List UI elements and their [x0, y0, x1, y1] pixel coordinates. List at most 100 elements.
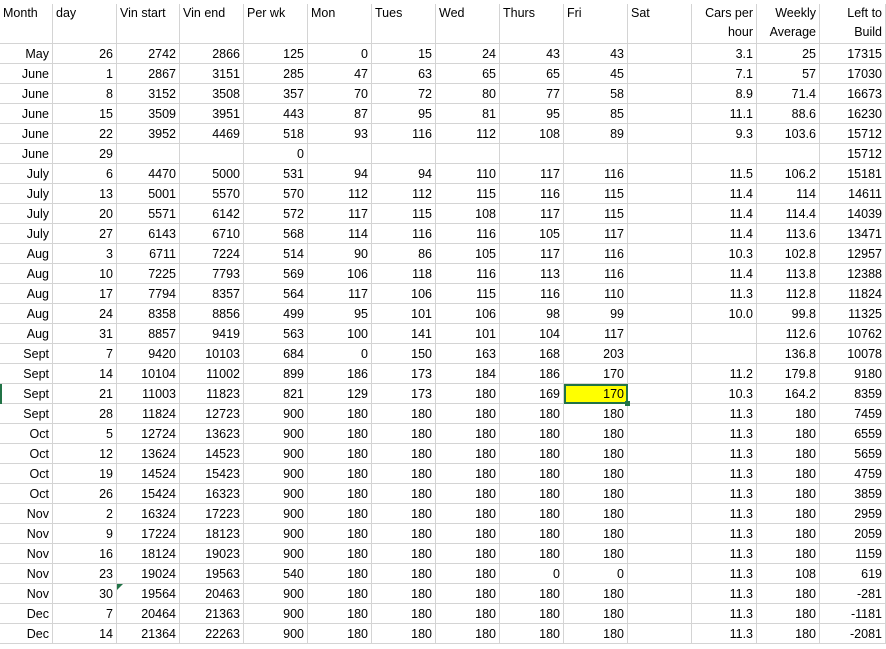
cell-vin-start[interactable]: 6143	[117, 224, 180, 244]
cell-cars-per-hour[interactable]	[692, 324, 757, 344]
cell-vin-end[interactable]: 8856	[180, 304, 244, 324]
cell-sat[interactable]	[628, 244, 692, 264]
cell-day[interactable]: 10	[53, 264, 117, 284]
cell-cars-per-hour[interactable]: 11.3	[692, 404, 757, 424]
cell-per-wk[interactable]: 900	[244, 524, 308, 544]
cell-per-wk[interactable]: 900	[244, 584, 308, 604]
cell-vin-start[interactable]: 17224	[117, 524, 180, 544]
cell-tues[interactable]: 63	[372, 64, 436, 84]
cell-vin-start[interactable]: 14524	[117, 464, 180, 484]
cell-thurs[interactable]: 116	[500, 284, 564, 304]
cell-mon[interactable]: 180	[308, 424, 372, 444]
cell-thurs[interactable]: 98	[500, 304, 564, 324]
cell-sat[interactable]	[628, 104, 692, 124]
cell-cars-per-hour[interactable]	[692, 344, 757, 364]
cell-tues[interactable]: 94	[372, 164, 436, 184]
cell-fri[interactable]: 115	[564, 184, 628, 204]
header-vin-end[interactable]: Vin end	[180, 4, 244, 44]
cell-vin-start[interactable]: 8358	[117, 304, 180, 324]
cell-mon[interactable]: 114	[308, 224, 372, 244]
cell-fri[interactable]: 180	[564, 484, 628, 504]
cell-month[interactable]: June	[0, 104, 53, 124]
cell-left-to-build[interactable]: 13471	[820, 224, 886, 244]
cell-day[interactable]: 14	[53, 364, 117, 384]
header-month[interactable]: Month	[0, 4, 53, 44]
cell-mon[interactable]: 129	[308, 384, 372, 404]
cell-cars-per-hour[interactable]: 11.3	[692, 564, 757, 584]
cell-left-to-build[interactable]: 11325	[820, 304, 886, 324]
cell-left-to-build[interactable]: 17030	[820, 64, 886, 84]
cell-day[interactable]: 24	[53, 304, 117, 324]
cell-weekly-average[interactable]: 180	[757, 404, 820, 424]
cell-day[interactable]: 7	[53, 604, 117, 624]
cell-month[interactable]: Oct	[0, 424, 53, 444]
cell-month[interactable]: Dec	[0, 624, 53, 644]
cell-left-to-build[interactable]: 2959	[820, 504, 886, 524]
cell-tues[interactable]: 112	[372, 184, 436, 204]
cell-weekly-average[interactable]: 106.2	[757, 164, 820, 184]
cell-sat[interactable]	[628, 344, 692, 364]
cell-wed[interactable]: 116	[436, 264, 500, 284]
cell-mon[interactable]: 106	[308, 264, 372, 284]
cell-day[interactable]: 23	[53, 564, 117, 584]
cell-month[interactable]: Dec	[0, 604, 53, 624]
cell-per-wk[interactable]: 900	[244, 404, 308, 424]
cell-month[interactable]: Aug	[0, 324, 53, 344]
cell-per-wk[interactable]: 900	[244, 484, 308, 504]
cell-mon[interactable]: 180	[308, 544, 372, 564]
cell-left-to-build[interactable]: 16230	[820, 104, 886, 124]
cell-mon[interactable]: 100	[308, 324, 372, 344]
cell-mon[interactable]: 47	[308, 64, 372, 84]
cell-cars-per-hour[interactable]: 11.3	[692, 584, 757, 604]
cell-sat[interactable]	[628, 124, 692, 144]
cell-day[interactable]: 17	[53, 284, 117, 304]
header-fri[interactable]: Fri	[564, 4, 628, 44]
cell-vin-end[interactable]: 7793	[180, 264, 244, 284]
cell-vin-end[interactable]: 9419	[180, 324, 244, 344]
cell-thurs[interactable]: 169	[500, 384, 564, 404]
cell-left-to-build[interactable]: 3859	[820, 484, 886, 504]
cell-cars-per-hour[interactable]: 11.3	[692, 604, 757, 624]
cell-left-to-build[interactable]: 15712	[820, 124, 886, 144]
cell-vin-end[interactable]: 11823	[180, 384, 244, 404]
cell-tues[interactable]: 180	[372, 484, 436, 504]
cell-sat[interactable]	[628, 324, 692, 344]
cell-weekly-average[interactable]: 180	[757, 544, 820, 564]
cell-weekly-average[interactable]: 103.6	[757, 124, 820, 144]
cell-thurs[interactable]: 180	[500, 584, 564, 604]
cell-per-wk[interactable]: 540	[244, 564, 308, 584]
cell-vin-end[interactable]: 16323	[180, 484, 244, 504]
cell-fri[interactable]: 116	[564, 164, 628, 184]
cell-fri[interactable]: 180	[564, 584, 628, 604]
cell-sat[interactable]	[628, 164, 692, 184]
cell-wed[interactable]: 108	[436, 204, 500, 224]
cell-fri[interactable]: 180	[564, 464, 628, 484]
cell-mon[interactable]: 180	[308, 504, 372, 524]
cell-vin-start[interactable]: 4470	[117, 164, 180, 184]
cell-month[interactable]: June	[0, 64, 53, 84]
cell-weekly-average[interactable]: 180	[757, 504, 820, 524]
cell-wed[interactable]	[436, 144, 500, 164]
cell-wed[interactable]: 180	[436, 504, 500, 524]
cell-vin-end[interactable]: 4469	[180, 124, 244, 144]
header-cars-per-hour[interactable]: Cars per hour	[692, 4, 757, 44]
cell-cars-per-hour[interactable]: 11.4	[692, 184, 757, 204]
cell-mon[interactable]: 95	[308, 304, 372, 324]
cell-sat[interactable]	[628, 544, 692, 564]
cell-month[interactable]: Oct	[0, 484, 53, 504]
cell-tues[interactable]: 180	[372, 424, 436, 444]
cell-thurs[interactable]: 180	[500, 444, 564, 464]
cell-weekly-average[interactable]: 180	[757, 604, 820, 624]
cell-vin-start[interactable]: 11003	[117, 384, 180, 404]
cell-thurs[interactable]: 180	[500, 544, 564, 564]
cell-mon[interactable]: 180	[308, 464, 372, 484]
cell-tues[interactable]: 173	[372, 384, 436, 404]
cell-left-to-build[interactable]: 11824	[820, 284, 886, 304]
cell-tues[interactable]: 150	[372, 344, 436, 364]
cell-vin-end[interactable]: 6142	[180, 204, 244, 224]
cell-sat[interactable]	[628, 604, 692, 624]
cell-left-to-build[interactable]: 12957	[820, 244, 886, 264]
cell-month[interactable]: July	[0, 204, 53, 224]
cell-vin-end[interactable]: 20463	[180, 584, 244, 604]
cell-fri[interactable]: 180	[564, 544, 628, 564]
